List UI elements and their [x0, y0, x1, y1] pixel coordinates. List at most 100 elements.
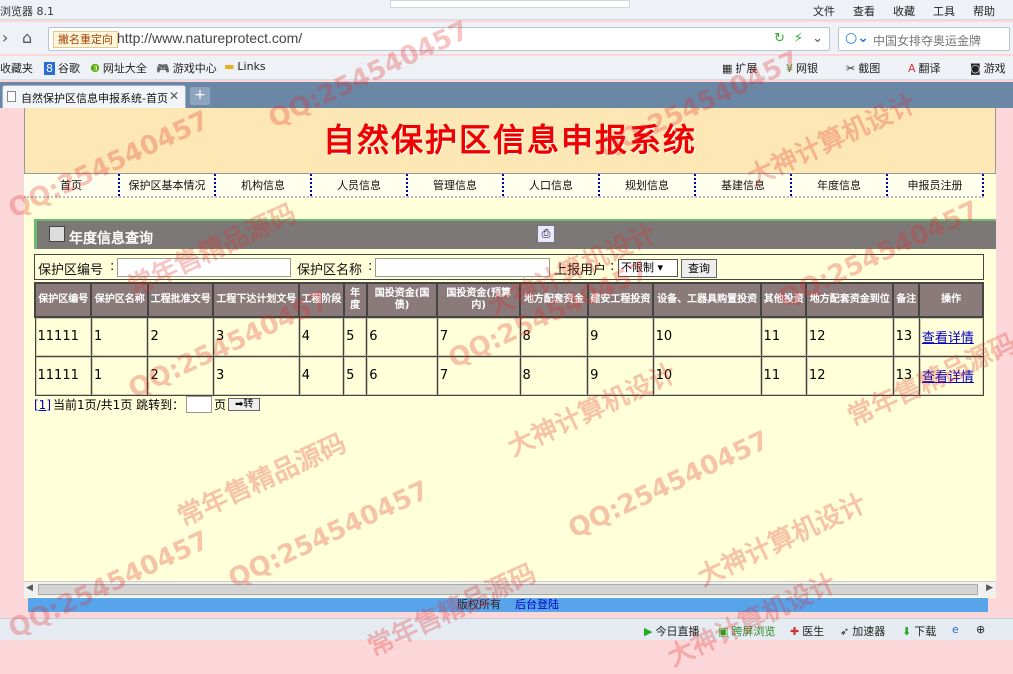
search-box[interactable]: ○⌄ 中国女排夺奥运金牌: [838, 27, 1010, 51]
nav-construction[interactable]: 基建信息: [696, 174, 792, 196]
browser-title: 浏览器 8.1: [0, 5, 54, 18]
cell-equipment: 10: [652, 316, 762, 357]
game-ext-item[interactable]: ◙ 游戏: [970, 60, 1006, 76]
home-icon[interactable]: ⌂: [22, 28, 32, 47]
copyright-text: 版权所有: [457, 598, 501, 611]
user-select[interactable]: 不限制 ▾: [618, 259, 678, 277]
translate-item[interactable]: A 翻译: [908, 60, 941, 76]
dropdown-icon[interactable]: ⌄: [812, 31, 823, 46]
page-info: 当前1页/共1页 跳转到：: [53, 398, 185, 412]
favorites-item[interactable]: 收藏夹: [0, 60, 33, 76]
search-placeholder[interactable]: 中国女排夺奥运金牌: [873, 32, 981, 49]
favorites-label: 收藏夹: [0, 62, 33, 75]
menu-favorites[interactable]: 收藏: [893, 3, 915, 19]
address-bar[interactable]: 撇名重定向 http://www.natureprotect.com/ ↻ ⚡ …: [48, 27, 830, 51]
section-header: 年度信息查询 ⎙: [34, 219, 996, 249]
rocket-icon: ➶: [840, 624, 850, 638]
doctor-item[interactable]: ✚ 医生: [790, 623, 824, 639]
cell-reserve-name: 1: [90, 355, 149, 396]
page-link[interactable]: [1]: [34, 398, 51, 412]
reserve-id-input[interactable]: [117, 258, 291, 277]
scroll-thumb[interactable]: [38, 584, 978, 595]
nav-population[interactable]: 人口信息: [504, 174, 600, 196]
reserve-name-input[interactable]: [375, 258, 550, 277]
col-construction: 建安工程投资: [586, 282, 655, 318]
nav-planning[interactable]: 规划信息: [600, 174, 696, 196]
search-form: 保护区编号 : 保护区名称 : 上报用户 : 不限制 ▾ 查询: [34, 254, 984, 280]
menu-view[interactable]: 查看: [853, 3, 875, 19]
nav-personnel[interactable]: 人员信息: [312, 174, 408, 196]
cell-construction: 9: [587, 355, 654, 396]
tab-title[interactable]: 自然保护区信息申报系统-首页: [21, 90, 168, 106]
menu-help[interactable]: 帮助: [973, 3, 995, 19]
browser-title-bar: 浏览器 8.1 文件 查看 收藏 工具 帮助: [0, 0, 1013, 20]
admin-login-link[interactable]: 后台登陆: [515, 598, 559, 611]
games-item[interactable]: 🎮 游戏中心: [156, 60, 217, 76]
view-details-link[interactable]: 查看详情: [922, 331, 974, 346]
cell-year: 5: [343, 316, 368, 357]
cell-local-arrived: 12: [805, 316, 894, 357]
zoom-icon[interactable]: ⊕: [976, 623, 985, 636]
speed-icon[interactable]: ⚡: [794, 31, 803, 46]
download-icon: ⬇: [902, 624, 912, 638]
cell-approval-no: 2: [147, 316, 214, 357]
section-title: 年度信息查询: [69, 231, 153, 247]
menu-file[interactable]: 文件: [813, 3, 835, 19]
cell-plan-no: 3: [212, 316, 300, 357]
view-details-link[interactable]: 查看详情: [922, 370, 974, 385]
id-label: 保护区编号: [38, 263, 104, 278]
search-icon[interactable]: ○⌄: [845, 30, 869, 46]
doctor-label: 医生: [802, 625, 825, 638]
nav-annual[interactable]: 年度信息: [792, 174, 888, 196]
cell-national-budget: 7: [436, 316, 521, 357]
tab-bar: 自然保护区信息申报系统-首页 ✕ +: [0, 82, 1013, 108]
user-select-value: 不限制: [621, 261, 654, 274]
bank-item[interactable]: ¥ 网银: [786, 60, 818, 76]
cell-national-bond: 6: [366, 316, 438, 357]
tab-home[interactable]: 自然保护区信息申报系统-首页 ✕: [2, 85, 186, 108]
menu-tools[interactable]: 工具: [933, 3, 955, 19]
cell-approval-no: 2: [147, 355, 214, 396]
game-icon: ◙: [970, 61, 981, 75]
close-icon[interactable]: ✕: [169, 89, 179, 103]
nav-register[interactable]: 申报员注册: [888, 174, 984, 196]
google-item[interactable]: 8 谷歌: [44, 60, 80, 76]
download-item[interactable]: ⬇ 下载: [902, 623, 936, 639]
name-colon: :: [368, 259, 373, 274]
accelerator-item[interactable]: ➶ 加速器: [840, 623, 885, 639]
go-button[interactable]: ➡转: [228, 398, 261, 411]
page-jump-input[interactable]: [186, 396, 213, 413]
table-header-row: 保护区编号 保护区名称 工程批准文号 工程下达计划文号 工程阶段 年度 国投资金…: [33, 282, 984, 318]
nav-management[interactable]: 管理信息: [408, 174, 504, 196]
screenshot-item[interactable]: ✂ 截图: [846, 60, 880, 76]
cell-remarks: 13: [892, 316, 920, 357]
hao-item[interactable]: ❸ 网址大全: [90, 60, 147, 76]
name-label: 保护区名称: [297, 263, 363, 278]
nav-basic-info[interactable]: 保护区基本情况: [120, 174, 216, 196]
user-label: 上报用户: [554, 263, 607, 278]
nav-home[interactable]: 首页: [24, 174, 120, 196]
scroll-right-icon[interactable]: ▶: [986, 583, 993, 593]
cell-other: 11: [760, 355, 807, 396]
print-icon[interactable]: ⎙: [537, 225, 555, 243]
col-plan-no: 工程下达计划文号: [212, 282, 301, 318]
ie-icon[interactable]: e: [952, 623, 959, 636]
url-text[interactable]: http://www.natureprotect.com/: [117, 30, 302, 46]
redirect-badge[interactable]: 撇名重定向: [53, 31, 118, 48]
bank-icon: ¥: [786, 61, 793, 75]
google-label: 谷歌: [58, 62, 80, 75]
query-button[interactable]: 查询: [681, 259, 717, 278]
forward-icon[interactable]: ›: [2, 28, 8, 47]
new-tab-button[interactable]: +: [190, 87, 210, 105]
extensions-item[interactable]: ▦ 扩展: [722, 60, 757, 76]
crossscreen-item[interactable]: ▣ 跨屏浏览: [718, 623, 775, 639]
table-row: 11111 1 2 3 4 5 6 7 8 9 10 11 12 13 查看详情: [34, 316, 984, 357]
refresh-icon[interactable]: ↻: [774, 31, 785, 46]
browser-menu: 文件 查看 收藏 工具 帮助: [813, 3, 995, 19]
links-item[interactable]: ▬ Links: [224, 60, 266, 73]
nav-organization[interactable]: 机构信息: [216, 174, 312, 196]
horizontal-scrollbar[interactable]: ◀ ▶: [24, 581, 996, 597]
scroll-left-icon[interactable]: ◀: [26, 583, 33, 593]
hao-icon: ❸: [90, 61, 100, 75]
live-item[interactable]: ▶ 今日直播: [644, 623, 699, 639]
